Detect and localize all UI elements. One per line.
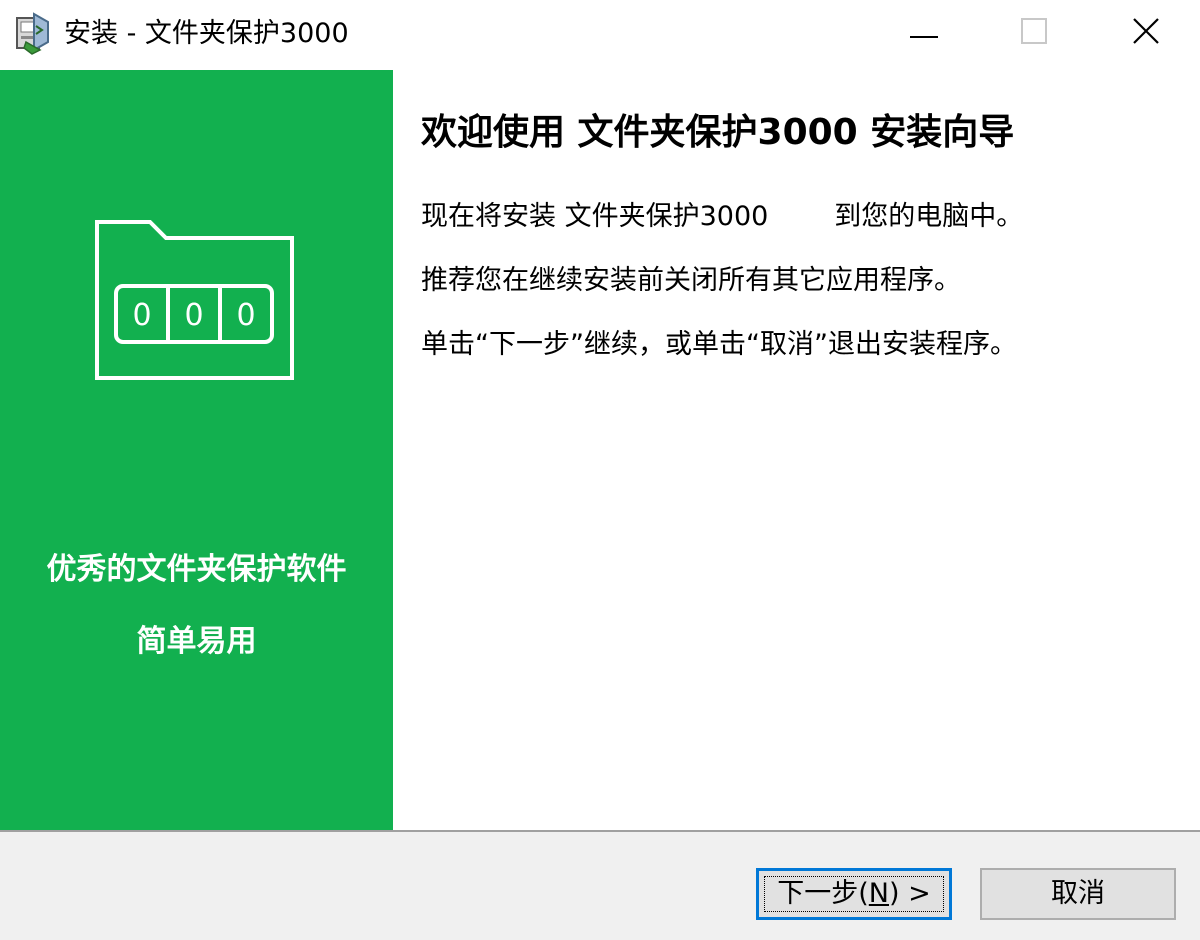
lock-digit: 0: [236, 298, 255, 333]
close-apps-hint: 推荐您在继续安装前关闭所有其它应用程序。: [421, 265, 961, 296]
folder-lock-icon: 0 0 0: [94, 218, 296, 382]
installer-icon: [14, 12, 54, 56]
install-target-text: 现在将安装 文件夹保护3000 到您的电脑中。: [421, 197, 1023, 237]
minimize-icon: [910, 24, 938, 43]
tagline-primary: 优秀的文件夹保护软件: [46, 552, 347, 587]
installer-window: 安装 - 文件夹保护3000 0 0 0 优秀的文件夹保护软件 简单易用 欢迎使…: [0, 0, 1200, 940]
welcome-content: 欢迎使用 文件夹保护3000 安装向导 现在将安装 文件夹保护3000 到您的电脑…: [393, 70, 1200, 830]
maximize-button[interactable]: [984, 0, 1084, 66]
window-title: 安装 - 文件夹保护3000: [64, 18, 349, 49]
minimize-button[interactable]: [874, 0, 974, 66]
next-button[interactable]: 下一步(N) >: [756, 868, 952, 920]
tagline-secondary: 简单易用: [136, 624, 257, 659]
title-bar[interactable]: 安装 - 文件夹保护3000: [0, 0, 1200, 70]
install-target-text-end: 到您的电脑中。: [834, 201, 1024, 232]
maximize-icon: [1021, 18, 1047, 48]
close-icon: [1132, 17, 1160, 49]
close-button[interactable]: [1096, 0, 1196, 66]
navigation-hint: 单击“下一步”继续，或单击“取消”退出安装程序。: [421, 329, 1017, 360]
button-bar: 下一步(N) > 取消: [0, 830, 1200, 940]
lock-digit: 0: [184, 298, 203, 333]
cancel-button[interactable]: 取消: [980, 868, 1176, 920]
page-title: 欢迎使用 文件夹保护3000 安装向导: [421, 112, 1015, 153]
focus-ring: [764, 876, 944, 912]
install-target-text-start: 现在将安装 文件夹保护3000: [421, 201, 769, 232]
side-banner: 0 0 0 优秀的文件夹保护软件 简单易用: [0, 70, 393, 830]
lock-digit: 0: [132, 298, 151, 333]
